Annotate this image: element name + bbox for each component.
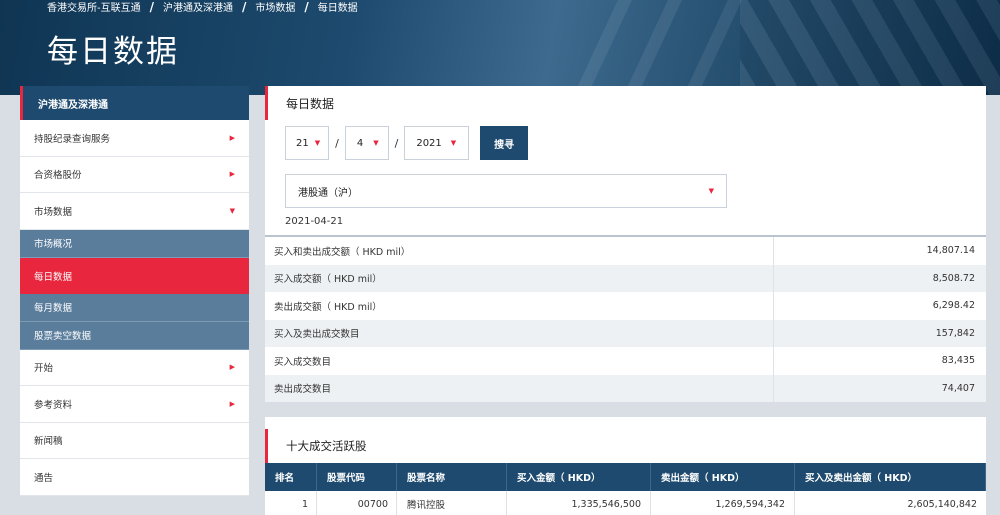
breadcrumb: 香港交易所-互联互通 / 沪港通及深港通 / 市场数据 / 每日数据: [47, 0, 358, 14]
stat-label: 买入及卖出成交数目: [265, 319, 774, 347]
daily-data-panel: 每日数据 21 ▼ / 4 ▼ / 2021 ▼ 搜寻 港股通（沪） ▼ 202…: [265, 86, 986, 402]
page-title: 每日数据: [47, 34, 179, 70]
sidebar: 沪港通及深港通 持股纪录查询服务 ▶ 合资格股份 ▶ 市场数据 ▼ 市场概况 每…: [20, 86, 249, 496]
stat-label: 买入成交额（ HKD mil）: [265, 264, 774, 292]
date-separator: /: [394, 136, 399, 150]
banner-glass-decoration: [740, 0, 1000, 95]
banner-stripe: [662, 0, 752, 95]
table-header: 排名 股票代码 股票名称 买入金额（ HKD） 卖出金额（ HKD） 买入及卖出…: [265, 463, 986, 491]
sidebar-item-news[interactable]: 新闻稿: [20, 423, 249, 459]
stat-label: 卖出成交数目: [265, 374, 774, 402]
stat-label: 买入成交数目: [265, 347, 774, 375]
stat-value: 8,508.72: [932, 272, 975, 284]
sidebar-item-label: 合资格股份: [34, 170, 82, 182]
stat-label: 买入和卖出成交额（ HKD mil）: [265, 237, 774, 265]
stat-row: 买入和卖出成交额（ HKD mil） 14,807.14: [265, 237, 986, 265]
date-picker: 21 ▼ / 4 ▼ / 2021 ▼ 搜寻: [285, 126, 529, 160]
caret-right-icon: ▶: [229, 133, 235, 142]
sidebar-item-label: 开始: [34, 363, 54, 375]
cell-code: 00700: [317, 491, 397, 515]
sidebar-item-eligible-stocks[interactable]: 合资格股份 ▶: [20, 157, 249, 193]
banner-stripe: [552, 0, 642, 95]
sidebar-header[interactable]: 沪港通及深港通: [20, 86, 249, 120]
cell-rank: 1: [265, 491, 317, 515]
breadcrumb-item[interactable]: 市场数据: [255, 0, 295, 14]
section-title: 十大成交活跃股: [265, 429, 986, 463]
sidebar-item-market-data[interactable]: 市场数据 ▼: [20, 193, 249, 230]
caret-right-icon: ▶: [229, 363, 235, 372]
column-header-total: 买入及卖出金额（ HKD）: [795, 463, 986, 491]
breadcrumb-item[interactable]: 沪港通及深港通: [163, 0, 233, 14]
market-select[interactable]: 港股通（沪） ▼: [285, 174, 727, 208]
stat-value: 14,807.14: [926, 245, 975, 257]
sidebar-item-shareholding-search[interactable]: 持股纪录查询服务 ▶: [20, 120, 249, 157]
cell-buy: 1,335,546,500: [507, 491, 651, 515]
sidebar-item-getting-started[interactable]: 开始 ▶: [20, 350, 249, 386]
stat-row: 买入成交额（ HKD mil） 8,508.72: [265, 264, 986, 292]
top10-panel: 十大成交活跃股 排名 股票代码 股票名称 买入金额（ HKD） 卖出金额（ HK…: [265, 417, 986, 515]
sidebar-subitem-short-selling[interactable]: 股票卖空数据: [20, 321, 249, 350]
cell-total: 2,605,140,842: [907, 498, 977, 510]
column-header-code: 股票代码: [317, 463, 397, 491]
breadcrumb-item-current: 每日数据: [317, 3, 358, 14]
year-select[interactable]: 2021 ▼: [404, 126, 470, 160]
stat-value: 6,298.42: [932, 300, 975, 312]
sidebar-item-reference[interactable]: 参考资料 ▶: [20, 386, 249, 423]
caret-down-icon: ▼: [450, 139, 457, 147]
cell-sell: 1,269,594,342: [651, 491, 795, 515]
sidebar-item-label: 通告: [34, 472, 54, 484]
breadcrumb-separator: /: [149, 0, 154, 14]
stat-value: 83,435: [941, 355, 975, 367]
breadcrumb-item[interactable]: 香港交易所-互联互通: [47, 0, 141, 14]
sidebar-item-notices[interactable]: 通告: [20, 459, 249, 496]
sidebar-item-label: 市场数据: [34, 206, 73, 218]
caret-down-icon: ▼: [229, 206, 235, 215]
stat-row: 卖出成交额（ HKD mil） 6,298.42: [265, 292, 986, 320]
sidebar-subitem-monthly-data[interactable]: 每月数据: [20, 293, 249, 322]
table-row: 1 00700 腾讯控股 1,335,546,500 1,269,594,342…: [265, 491, 986, 515]
stat-value: 74,407: [941, 382, 975, 394]
stats-table: 买入和卖出成交额（ HKD mil） 14,807.14 买入成交额（ HKD …: [265, 235, 986, 402]
sidebar-item-label: 新闻稿: [34, 436, 63, 448]
column-header-sell: 卖出金额（ HKD）: [651, 463, 795, 491]
market-value: 港股通（沪）: [298, 187, 358, 199]
stat-row: 买入成交数目 83,435: [265, 347, 986, 375]
column-header-name: 股票名称: [397, 463, 507, 491]
sidebar-item-label: 参考资料: [34, 399, 73, 411]
column-header-buy: 买入金额（ HKD）: [507, 463, 651, 491]
caret-down-icon: ▼: [314, 139, 321, 147]
year-value: 2021: [416, 137, 442, 149]
stat-value: 157,842: [935, 327, 975, 339]
breadcrumb-separator: /: [242, 0, 247, 14]
caret-right-icon: ▶: [229, 170, 235, 179]
sidebar-item-label: 持股纪录查询服务: [34, 133, 111, 145]
stat-row: 买入及卖出成交数目 157,842: [265, 319, 986, 347]
section-title: 每日数据: [265, 86, 986, 120]
column-header-rank: 排名: [265, 463, 317, 491]
stat-row: 卖出成交数目 74,407: [265, 374, 986, 402]
day-select[interactable]: 21 ▼: [285, 126, 330, 160]
stat-label: 卖出成交额（ HKD mil）: [265, 292, 774, 320]
sidebar-subitem-daily-data[interactable]: 每日数据: [20, 257, 249, 294]
caret-right-icon: ▶: [229, 399, 235, 408]
breadcrumb-separator: /: [304, 0, 309, 14]
sidebar-subitem-market-overview[interactable]: 市场概况: [20, 229, 249, 258]
caret-down-icon: ▼: [373, 139, 379, 147]
month-select[interactable]: 4 ▼: [344, 126, 389, 160]
month-value: 4: [356, 137, 364, 149]
search-button[interactable]: 搜寻: [480, 126, 529, 160]
data-date: 2021-04-21: [285, 216, 344, 227]
hero-banner: 香港交易所-互联互通 / 沪港通及深港通 / 市场数据 / 每日数据 每日数据: [0, 0, 1000, 95]
date-separator: /: [335, 136, 339, 150]
day-value: 21: [296, 137, 309, 149]
cell-name: 腾讯控股: [397, 491, 507, 515]
caret-down-icon: ▼: [708, 187, 714, 195]
